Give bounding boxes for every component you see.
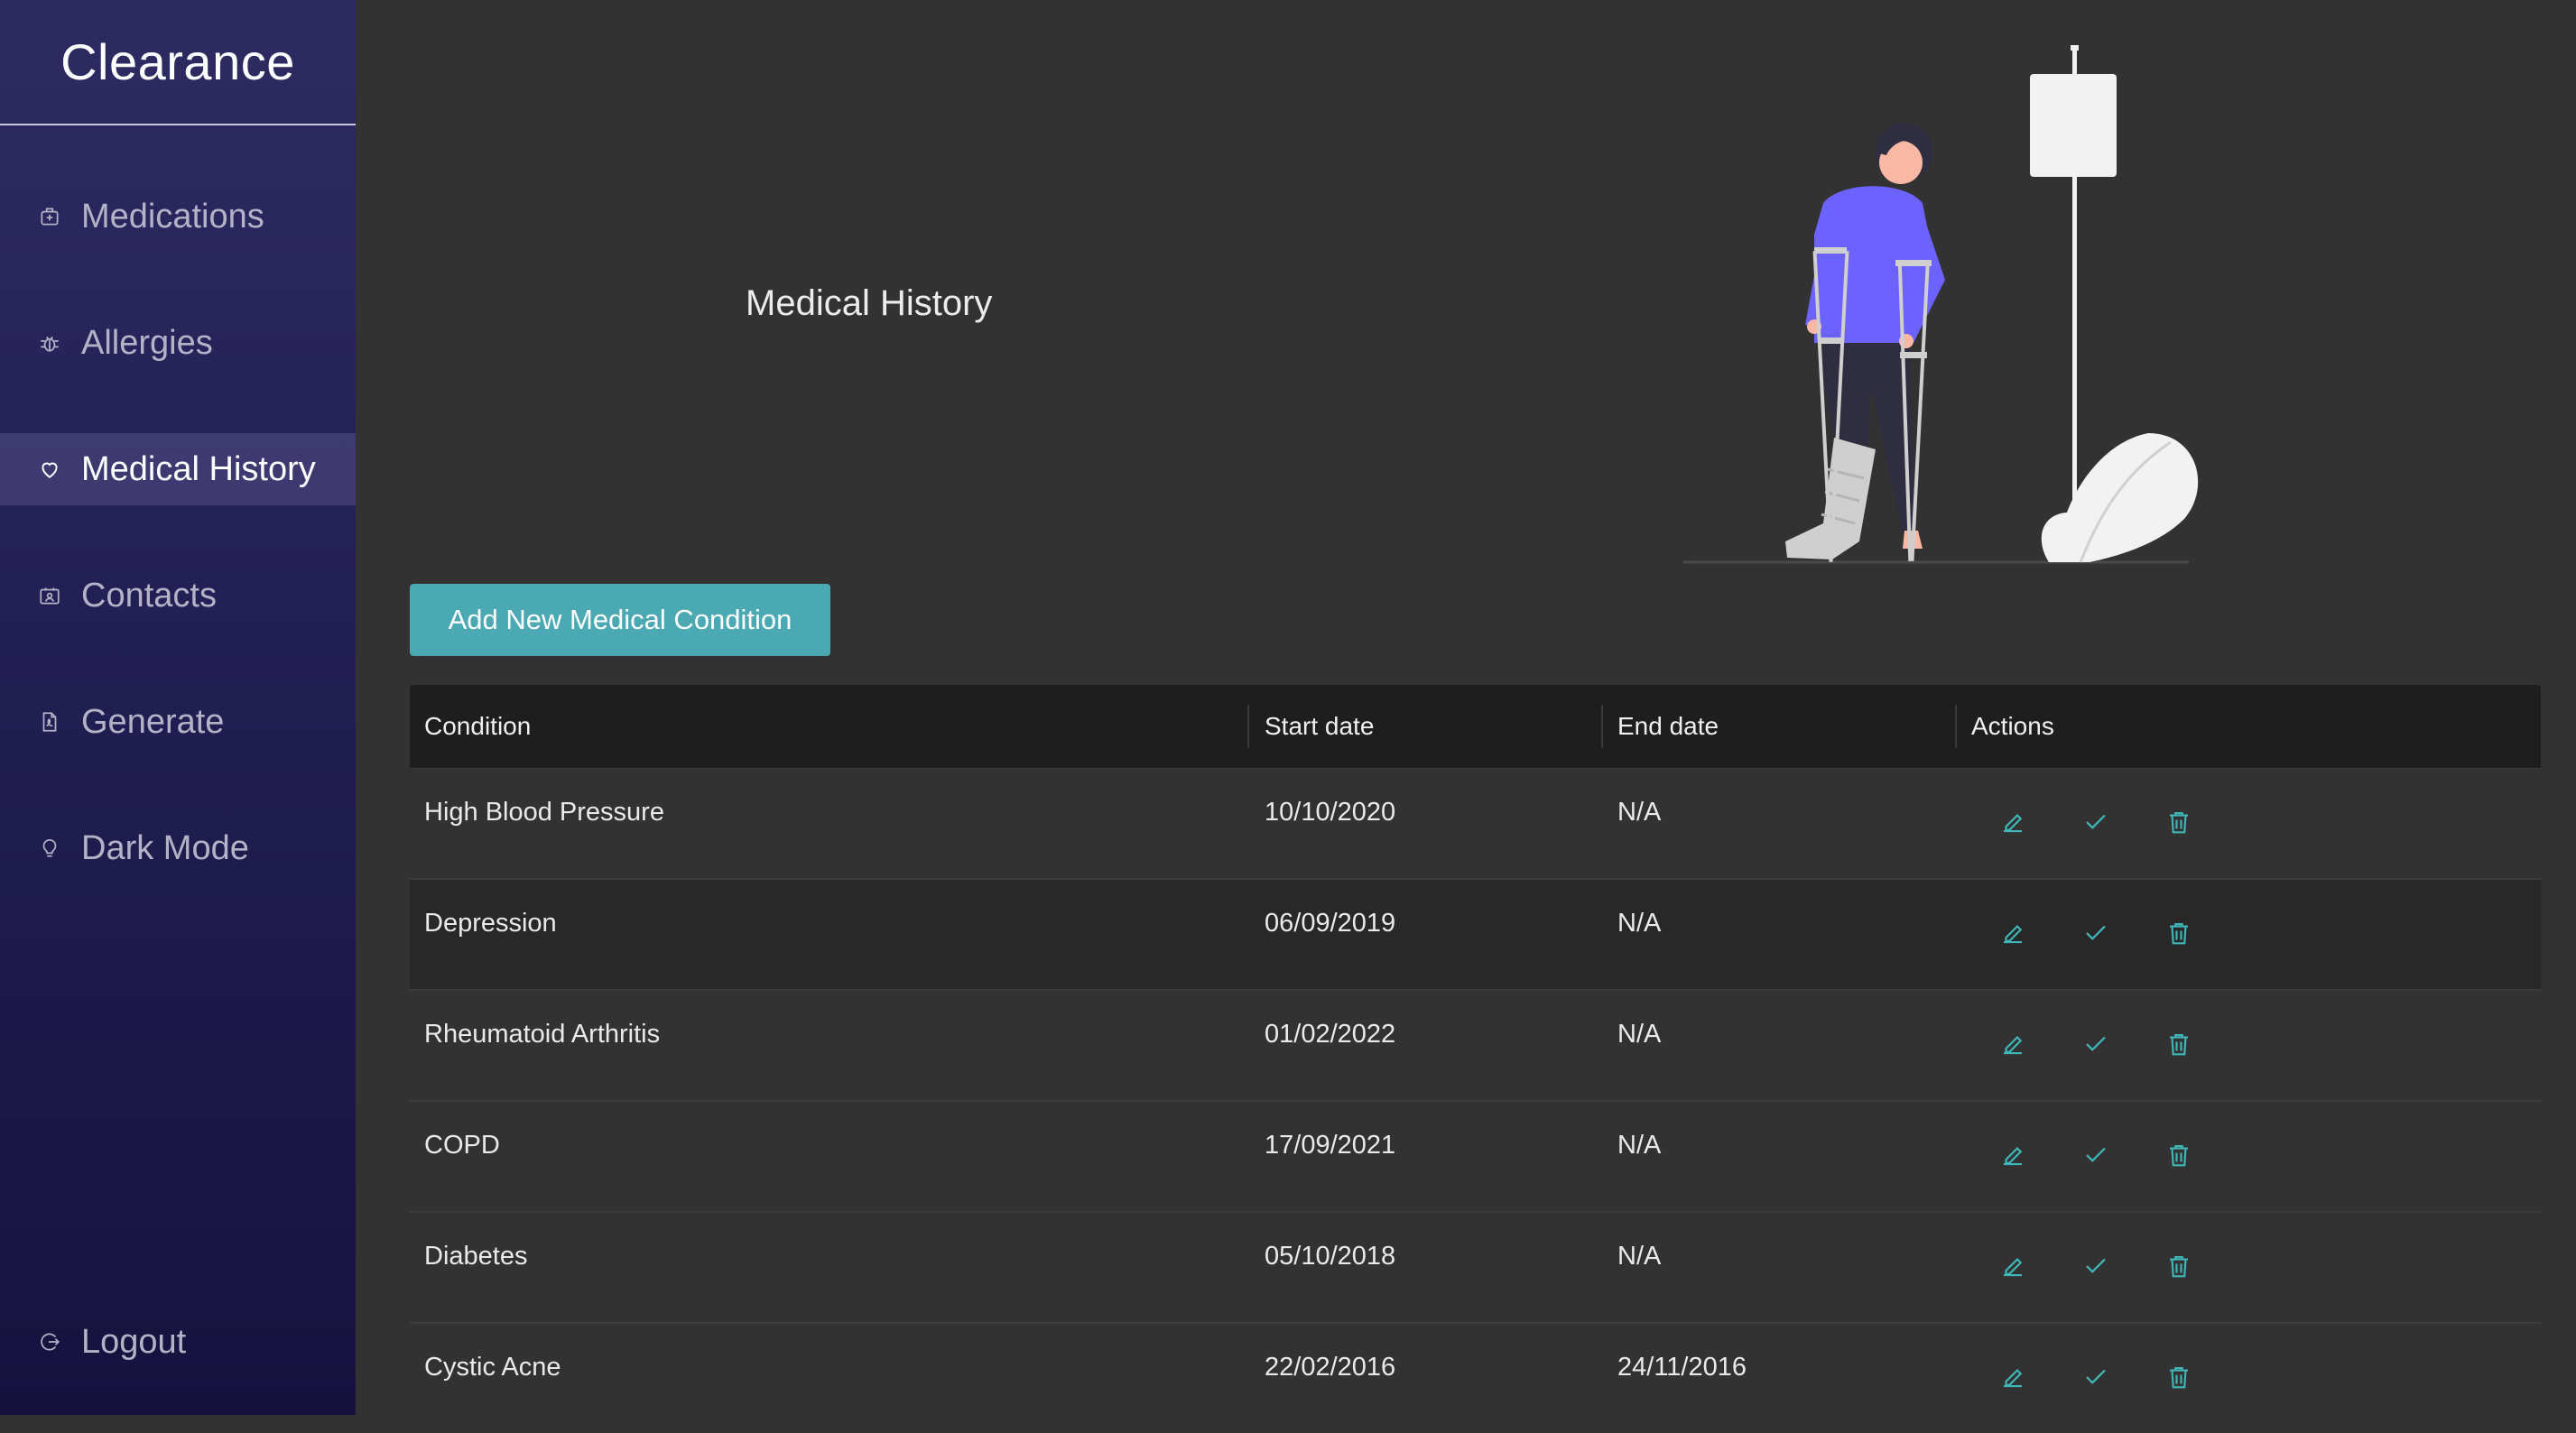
cell-end-date: N/A — [1617, 909, 1662, 938]
edit-icon[interactable] — [1997, 1140, 2028, 1170]
pdf-file-icon — [36, 708, 63, 735]
cell-start-date: 06/09/2019 — [1265, 909, 1396, 938]
cell-condition: COPD — [424, 1131, 500, 1160]
edit-icon[interactable] — [1997, 807, 2028, 837]
check-icon[interactable] — [2080, 1029, 2111, 1059]
table-row: High Blood Pressure 10/10/2020 N/A — [410, 769, 2541, 880]
column-header-actions: Actions — [1971, 712, 2054, 740]
column-header-condition[interactable]: Condition — [424, 685, 531, 768]
medkit-icon — [36, 203, 63, 230]
check-icon[interactable] — [2080, 807, 2111, 837]
trash-icon[interactable] — [2164, 1362, 2194, 1392]
contact-card-icon — [36, 582, 63, 609]
edit-icon[interactable] — [1997, 1251, 2028, 1281]
check-icon[interactable] — [2080, 1251, 2111, 1281]
sidebar: Clearance Medications Allergies Medical … — [0, 0, 356, 1415]
cell-start-date: 05/10/2018 — [1265, 1242, 1396, 1271]
cell-end-date: N/A — [1617, 1242, 1662, 1271]
table-header: Condition Start date End date Actions — [410, 685, 2541, 769]
cell-end-date: N/A — [1617, 1131, 1662, 1160]
sidebar-item-label: Dark Mode — [81, 828, 249, 867]
cell-end-date: 24/11/2016 — [1617, 1353, 1747, 1382]
trash-icon[interactable] — [2164, 807, 2194, 837]
sidebar-item-allergies[interactable]: Allergies — [0, 307, 356, 379]
heart-icon — [36, 456, 63, 483]
edit-icon[interactable] — [1997, 918, 2028, 948]
edit-icon[interactable] — [1997, 1029, 2028, 1059]
bug-icon — [36, 329, 63, 356]
cell-condition: Depression — [424, 909, 557, 938]
cell-end-date: N/A — [1617, 1020, 1662, 1049]
patient-illustration — [1683, 45, 2199, 564]
cell-start-date: 17/09/2021 — [1265, 1131, 1396, 1160]
column-divider — [1955, 705, 1957, 748]
cell-condition: High Blood Pressure — [424, 798, 664, 827]
column-divider — [1601, 705, 1603, 748]
column-header-end-date[interactable]: End date — [1617, 685, 1719, 768]
table-row: Rheumatoid Arthritis 01/02/2022 N/A — [410, 991, 2541, 1102]
table-row: Cystic Acne 22/02/2016 24/11/2016 — [410, 1324, 2541, 1433]
table-row: Depression 06/09/2019 N/A — [410, 880, 2541, 991]
sidebar-item-contacts[interactable]: Contacts — [0, 559, 356, 632]
cell-condition: Rheumatoid Arthritis — [424, 1020, 661, 1049]
sidebar-item-label: Medical History — [81, 449, 316, 488]
sidebar-item-logout[interactable]: Logout — [0, 1306, 356, 1378]
trash-icon[interactable] — [2164, 918, 2194, 948]
column-divider — [1247, 705, 1249, 748]
sidebar-item-medical-history[interactable]: Medical History — [0, 433, 356, 505]
table-row: Diabetes 05/10/2018 N/A — [410, 1213, 2541, 1324]
sidebar-item-label: Generate — [81, 702, 225, 741]
app-logo-title: Clearance — [0, 0, 356, 125]
check-icon[interactable] — [2080, 918, 2111, 948]
trash-icon[interactable] — [2164, 1140, 2194, 1170]
edit-icon[interactable] — [1997, 1362, 2028, 1392]
cell-end-date: N/A — [1617, 798, 1662, 827]
add-medical-condition-button[interactable]: Add New Medical Condition — [410, 584, 830, 656]
column-header-start-date[interactable]: Start date — [1265, 685, 1374, 768]
sidebar-item-medications[interactable]: Medications — [0, 180, 356, 253]
sidebar-item-generate[interactable]: Generate — [0, 686, 356, 758]
sidebar-item-label: Logout — [81, 1322, 187, 1361]
cell-start-date: 01/02/2022 — [1265, 1020, 1396, 1049]
sidebar-item-label: Contacts — [81, 576, 217, 615]
check-icon[interactable] — [2080, 1362, 2111, 1392]
cell-start-date: 10/10/2020 — [1265, 798, 1396, 827]
table-row: COPD 17/09/2021 N/A — [410, 1102, 2541, 1213]
cell-start-date: 22/02/2016 — [1265, 1353, 1396, 1382]
trash-icon[interactable] — [2164, 1251, 2194, 1281]
sidebar-item-label: Allergies — [81, 323, 213, 362]
medical-history-table: Condition Start date End date Actions Hi… — [410, 685, 2541, 1433]
check-icon[interactable] — [2080, 1140, 2111, 1170]
lightbulb-icon — [36, 835, 63, 862]
sidebar-item-label: Medications — [81, 197, 264, 236]
page-title: Medical History — [746, 283, 993, 323]
sidebar-item-dark-mode[interactable]: Dark Mode — [0, 812, 356, 884]
cell-condition: Cystic Acne — [424, 1353, 561, 1382]
trash-icon[interactable] — [2164, 1029, 2194, 1059]
cell-condition: Diabetes — [424, 1242, 528, 1271]
logout-icon — [36, 1328, 63, 1355]
